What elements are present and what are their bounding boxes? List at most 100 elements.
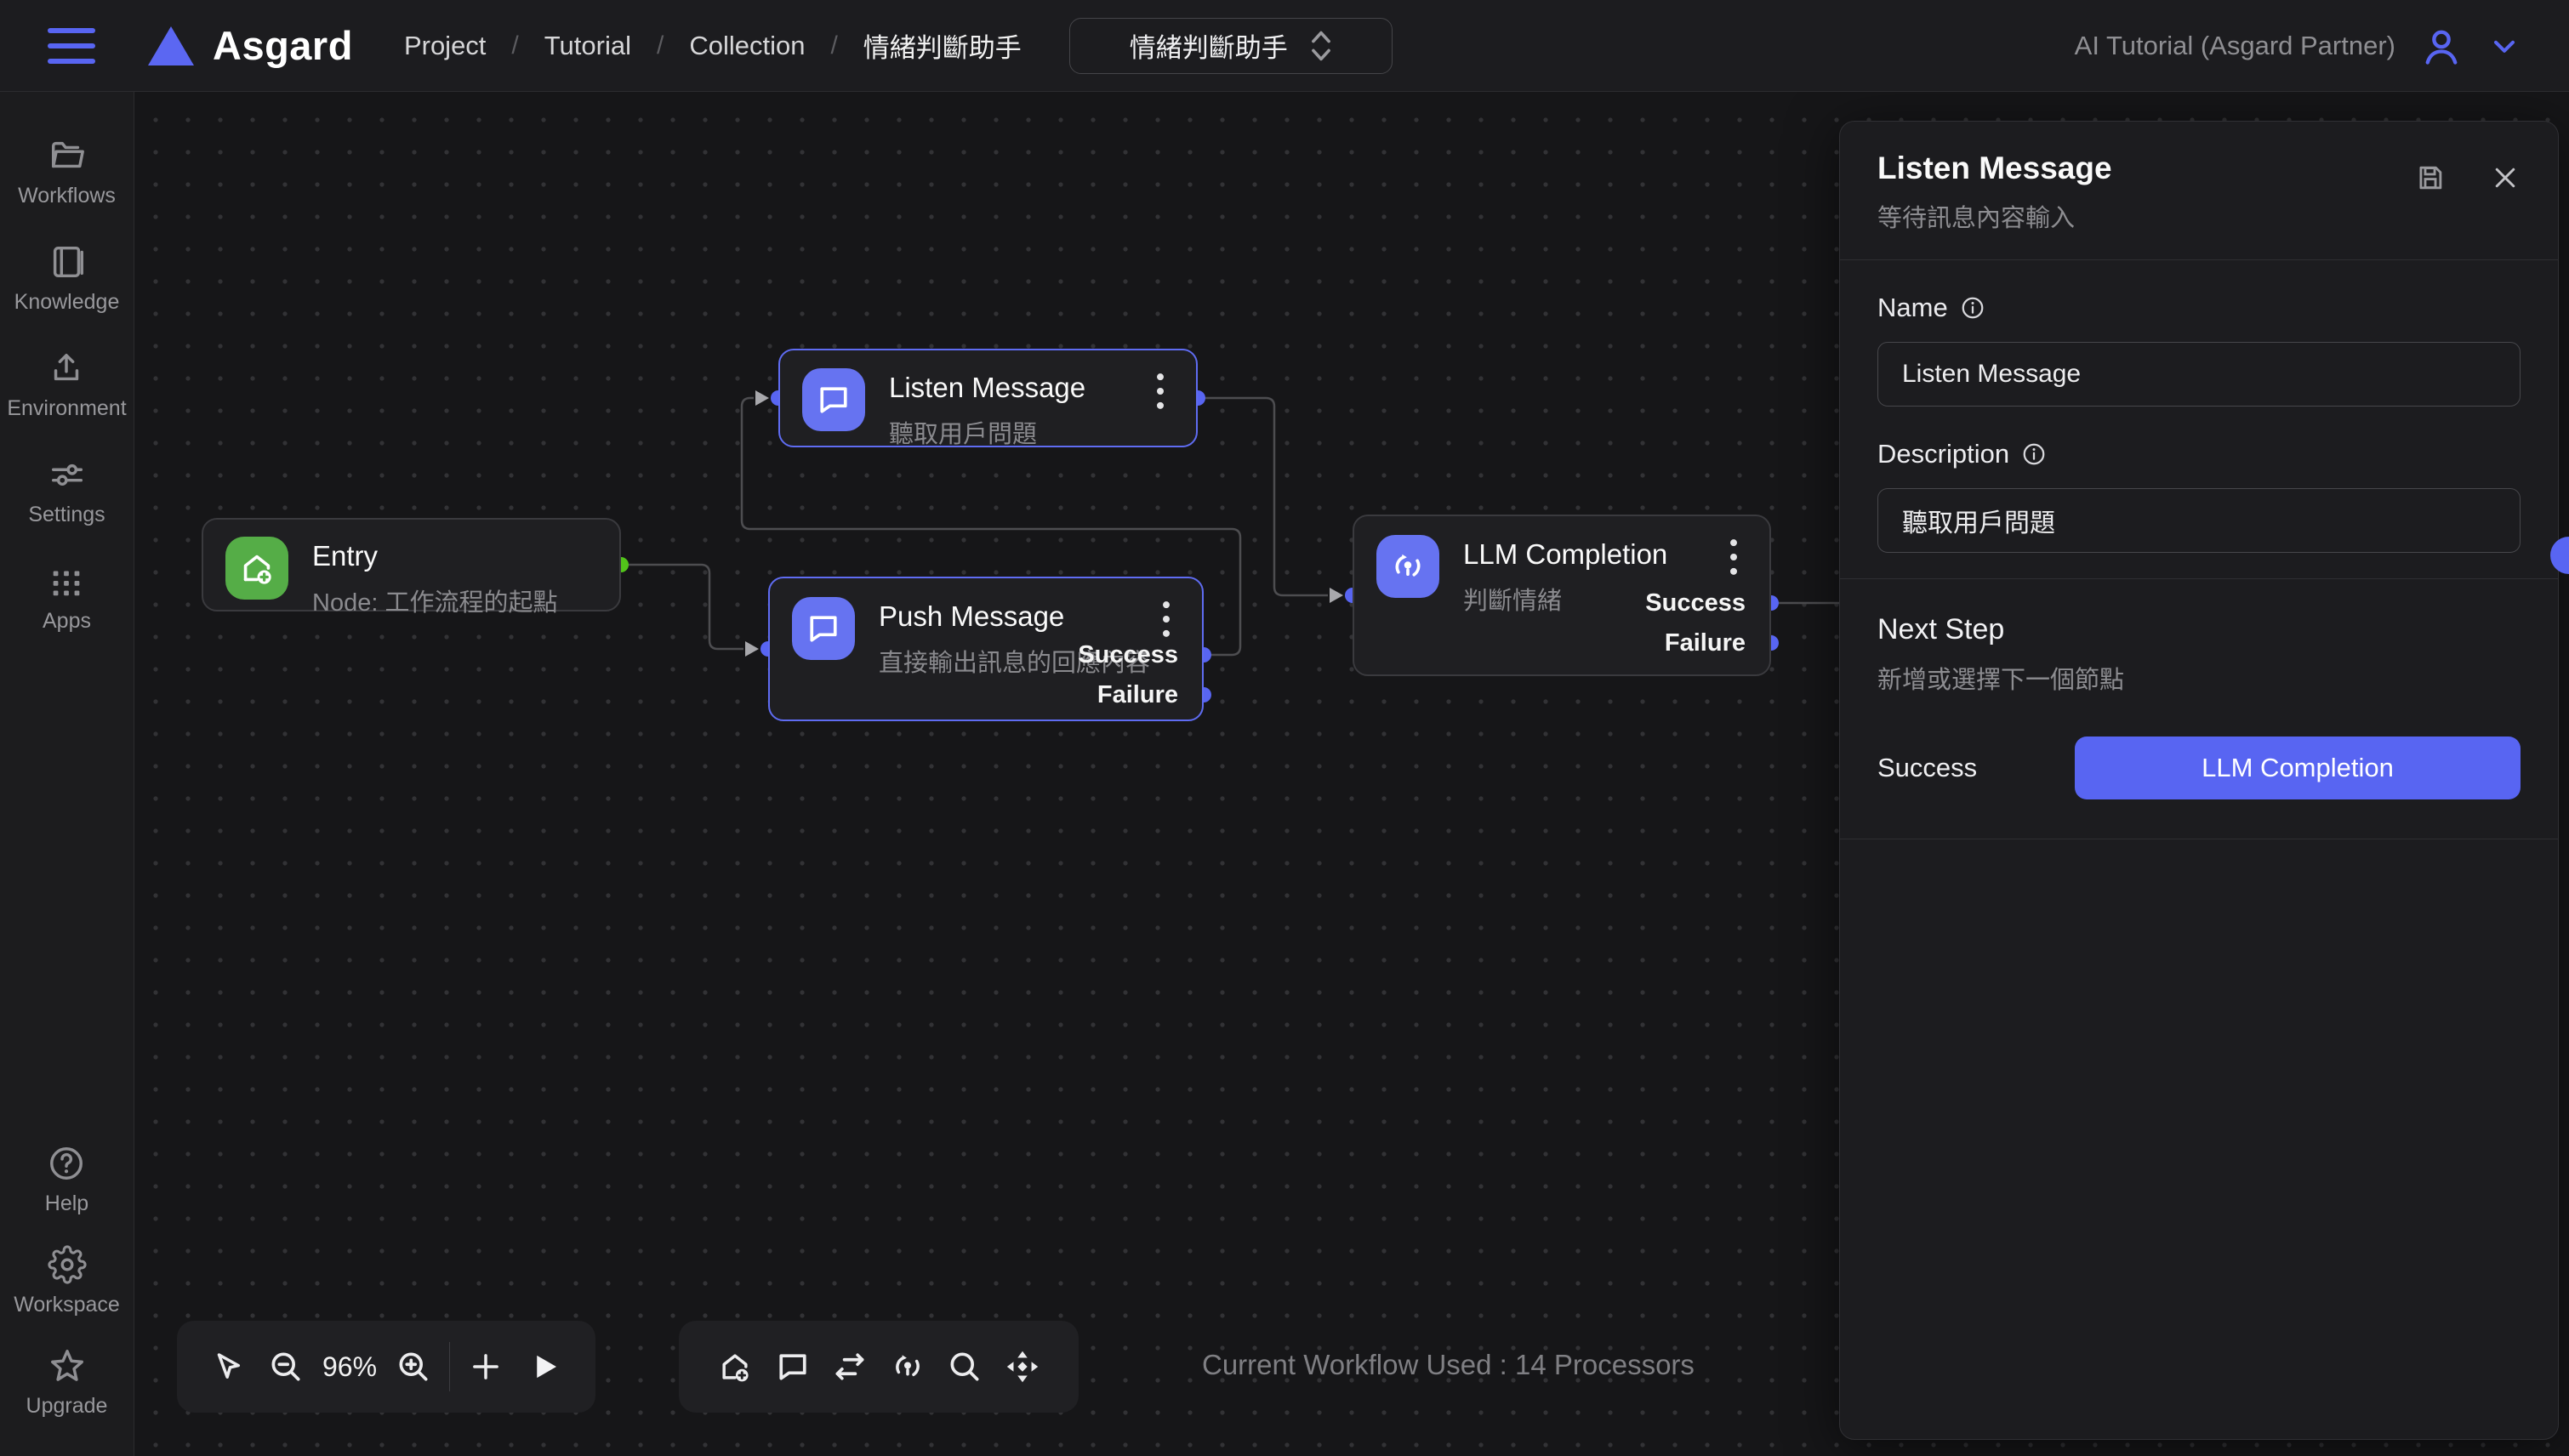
workflow-select[interactable]: 情緒判斷助手 [1069,18,1393,74]
user-avatar-icon[interactable] [2419,24,2464,68]
breadcrumb-tutorial[interactable]: Tutorial [544,31,631,61]
node-subtitle: Node: 工作流程的起點 [312,583,557,618]
sidebar-label: Environment [7,396,126,421]
info-icon [1960,295,1985,321]
sidebar-item-environment[interactable]: Environment [7,349,126,421]
save-icon[interactable] [2412,159,2449,196]
sidebar-label: Knowledge [14,290,120,315]
add-switch-node-icon[interactable] [828,1345,872,1389]
message-bubble-icon [802,368,865,431]
entry-node-icon [225,537,288,600]
sidebar-item-apps[interactable]: Apps [43,561,91,634]
node-push-message[interactable]: Push Message 直接輸出訊息的回應內容 Success Failure [768,577,1204,721]
node-title: LLM Completion [1463,538,1667,571]
next-step-title: Next Step [1877,613,2521,646]
edge-arrow [745,641,759,657]
workflow-select-value: 情緒判斷助手 [1130,26,1288,65]
account-chevron-down-icon[interactable] [2487,29,2521,63]
output-label-success: Success [1078,641,1178,669]
panel-subtitle: 等待訊息內容輸入 [1877,198,2521,234]
output-label-success: Success [1645,589,1746,617]
fit-view-move-icon[interactable] [1000,1345,1045,1389]
panel-header: Listen Message 等待訊息內容輸入 [1840,122,2558,260]
search-icon[interactable] [943,1345,987,1389]
sidebar-label: Upgrade [26,1394,108,1419]
add-llm-node-icon[interactable] [886,1345,930,1389]
name-input[interactable] [1877,342,2521,407]
grid-icon [47,561,86,600]
zoom-in-icon[interactable] [391,1345,436,1389]
workflow-usage-status: Current Workflow Used : 14 Processors [1202,1349,1695,1381]
hamburger-menu-icon[interactable] [48,28,95,64]
canvas-toolbar-nodes [679,1321,1079,1413]
add-entry-node-icon[interactable] [713,1345,757,1389]
sidebar-item-upgrade[interactable]: Upgrade [26,1346,108,1419]
name-field-label: Name [1877,293,2521,323]
edge-arrow [755,390,769,406]
edge-arrow [1330,588,1343,603]
sidebar-item-knowledge[interactable]: Knowledge [14,242,120,315]
sliders-icon [48,455,87,494]
select-cursor-icon[interactable] [206,1345,250,1389]
description-input[interactable] [1877,488,2521,553]
asgard-logo-icon [148,26,194,65]
upload-icon [47,349,86,388]
node-menu-kebab-icon[interactable] [1717,537,1751,577]
run-workflow-play-icon[interactable] [522,1345,567,1389]
next-step-subtitle: 新增或選擇下一個節點 [1877,660,2521,696]
message-bubble-icon [792,597,855,660]
chevron-updown-icon [1310,29,1332,63]
node-menu-kebab-icon[interactable] [1143,371,1177,412]
output-label-failure: Failure [1097,681,1178,709]
breadcrumb-separator: / [830,31,837,60]
next-step-target-button[interactable]: LLM Completion [2075,737,2521,799]
edge-entry-to-push [621,565,743,649]
sidebar-item-help[interactable]: Help [45,1144,88,1216]
sidebar-label: Settings [28,503,105,527]
node-llm-completion[interactable]: LLM Completion 判斷情緒 Success Failure [1353,515,1771,676]
add-node-plus-icon[interactable] [464,1345,508,1389]
sidebar-item-workspace[interactable]: Workspace [14,1245,120,1317]
node-entry[interactable]: Entry Node: 工作流程的起點 [202,518,621,611]
zoom-level: 96% [322,1351,377,1383]
node-listen-message[interactable]: Listen Message 聽取用戶問題 [778,349,1198,447]
toolbar-divider [449,1342,450,1391]
sidebar-label: Help [45,1192,88,1216]
breadcrumb-collection[interactable]: Collection [689,31,805,61]
help-circle-icon [47,1144,86,1183]
sidebar-item-settings[interactable]: Settings [28,455,105,527]
breadcrumb: Project / Tutorial / Collection / 情緒判斷助手 [404,26,1022,65]
output-label-failure: Failure [1665,629,1746,657]
sidebar-item-workflows[interactable]: Workflows [18,136,116,208]
info-icon [2021,441,2047,467]
zoom-out-icon[interactable] [264,1345,308,1389]
node-subtitle: 聽取用戶問題 [889,414,1085,450]
node-config-panel: Listen Message 等待訊息內容輸入 Name [1839,121,2559,1440]
sidebar-label: Workspace [14,1293,120,1317]
description-field-label: Description [1877,439,2521,469]
node-title: Listen Message [889,372,1085,404]
brand: Asgard [148,22,353,69]
edge-listen-to-llm [1198,398,1328,595]
panel-form: Name Description [1840,260,2558,579]
top-right-account: AI Tutorial (Asgard Partner) [2075,24,2521,68]
folder-icon [48,136,87,175]
add-message-node-icon[interactable] [771,1345,815,1389]
sidebar-label: Apps [43,609,91,634]
breadcrumb-separator: / [657,31,664,60]
next-step-section: Next Step 新增或選擇下一個節點 Success LLM Complet… [1840,579,2558,839]
breadcrumb-project[interactable]: Project [404,31,486,61]
node-subtitle: 判斷情緒 [1463,581,1667,617]
brand-name: Asgard [213,22,353,69]
star-icon [48,1346,87,1385]
breadcrumb-separator: / [511,31,518,60]
account-label: AI Tutorial (Asgard Partner) [2075,31,2395,61]
node-menu-kebab-icon[interactable] [1149,599,1183,640]
top-bar: Asgard Project / Tutorial / Collection /… [0,0,2569,92]
workflow-editor-app: Asgard Project / Tutorial / Collection /… [0,0,2569,1456]
breadcrumb-current-workflow[interactable]: 情緒判斷助手 [863,26,1022,65]
node-title: Push Message [879,600,1150,633]
success-branch-label: Success [1877,753,1977,783]
node-title: Entry [312,540,557,572]
close-icon[interactable] [2486,159,2524,196]
